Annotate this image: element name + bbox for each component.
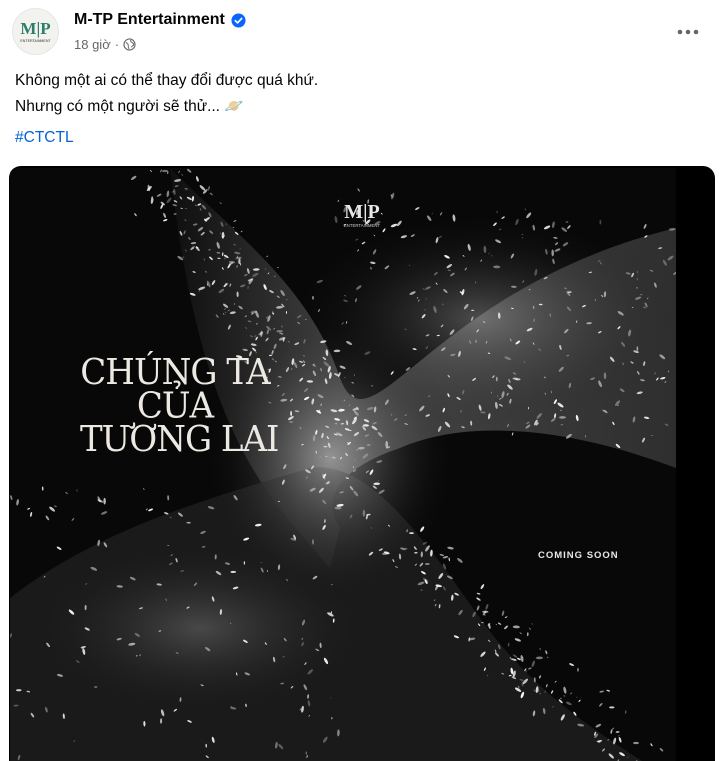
more-options-icon bbox=[677, 29, 699, 35]
poster-image: M|P ENTERTAINMENT CHÚNG TA CỦA TƯƠNG LAI… bbox=[10, 168, 676, 761]
spark-particle bbox=[609, 706, 615, 709]
post-meta: 18 giờ · bbox=[74, 37, 136, 52]
poster-logo-subtitle: ENTERTAINMENT bbox=[344, 223, 381, 228]
poster-title-line: TƯƠNG LAI bbox=[80, 418, 280, 461]
hashtag-link[interactable]: #CTCTL bbox=[15, 129, 74, 147]
page-name-row: M-TP Entertainment bbox=[74, 11, 246, 29]
verified-badge-icon bbox=[231, 12, 246, 28]
post-header: M|P ENTERTAINMENT M-TP Entertainment 18 … bbox=[0, 0, 720, 62]
post-timestamp[interactable]: 18 giờ bbox=[74, 37, 111, 52]
mtp-logo-icon: M|P ENTERTAINMENT bbox=[20, 19, 51, 43]
post-media[interactable]: M|P ENTERTAINMENT CHÚNG TA CỦA TƯƠNG LAI… bbox=[9, 166, 715, 761]
post-text-line: Nhưng có một người sẽ thử... 🪐 bbox=[15, 98, 244, 115]
spark-particle bbox=[103, 497, 106, 505]
post-text-line: Không một ai có thể thay đổi được quá kh… bbox=[15, 72, 319, 89]
post-message: Không một ai có thể thay đổi được quá kh… bbox=[15, 68, 318, 120]
meta-separator: · bbox=[114, 37, 120, 52]
poster-logo: M|P ENTERTAINMENT bbox=[344, 201, 381, 228]
spark-particle bbox=[636, 346, 639, 351]
spark-particle bbox=[377, 479, 379, 482]
facebook-post: M|P ENTERTAINMENT M-TP Entertainment 18 … bbox=[0, 0, 720, 761]
globe-icon[interactable] bbox=[123, 38, 136, 51]
spark-particle bbox=[533, 305, 535, 310]
spark-particle bbox=[325, 455, 328, 457]
coming-soon-label: COMING SOON bbox=[538, 550, 619, 561]
spark-particle bbox=[16, 689, 22, 692]
poster-logo-mark: M|P bbox=[344, 201, 380, 223]
page-name-link[interactable]: M-TP Entertainment bbox=[74, 11, 225, 29]
avatar-logo-mark: M|P bbox=[20, 19, 50, 38]
particle-wave-art bbox=[10, 168, 676, 761]
avatar-logo-subtitle: ENTERTAINMENT bbox=[20, 39, 51, 43]
more-options-button[interactable] bbox=[670, 14, 706, 50]
spark-particle bbox=[161, 169, 169, 173]
page-avatar[interactable]: M|P ENTERTAINMENT bbox=[12, 8, 59, 55]
poster-title: CHÚNG TA CỦA TƯƠNG LAI bbox=[80, 355, 280, 461]
